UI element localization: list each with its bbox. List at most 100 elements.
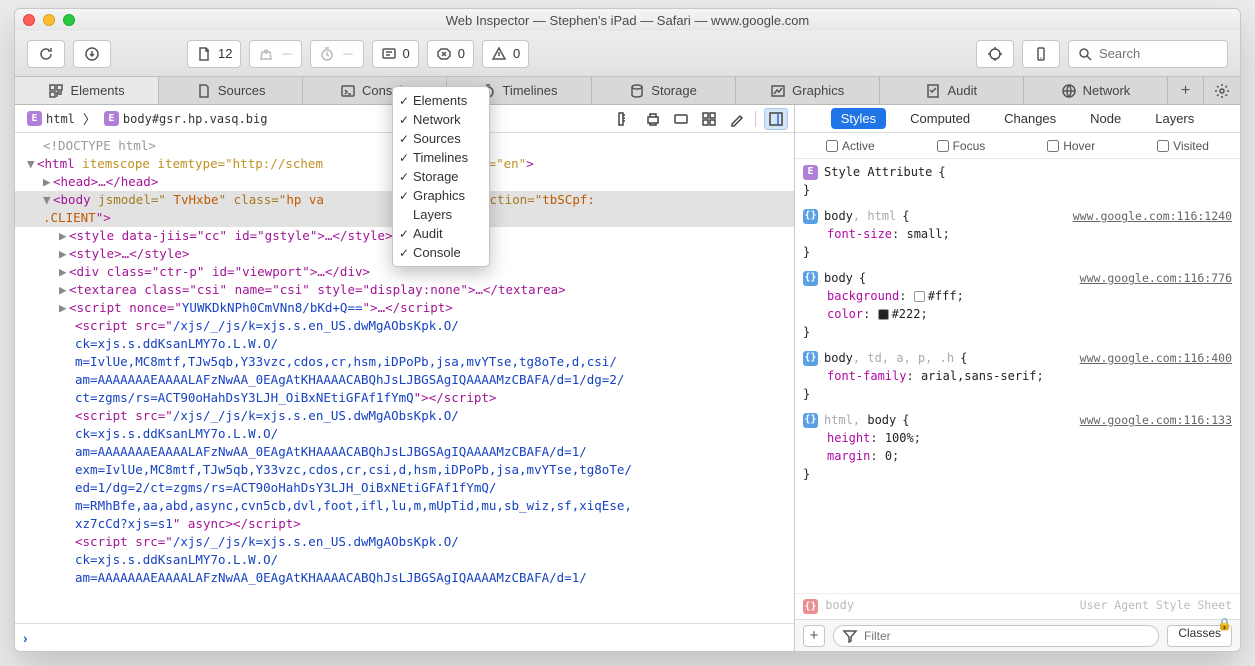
- dom-node-script[interactable]: <script src="/xjs/_/js/k=xjs.s.en_US.dwM…: [15, 317, 794, 407]
- tab-elements[interactable]: Elements: [15, 77, 159, 104]
- dom-node-script[interactable]: <script src="/xjs/_/js/k=xjs.s.en_US.dwM…: [15, 407, 794, 533]
- menu-item-graphics[interactable]: ✓Graphics: [393, 186, 489, 205]
- gear-icon: [1214, 83, 1230, 99]
- doc-count-button[interactable]: 12: [187, 40, 241, 68]
- error-count: 0: [458, 46, 465, 61]
- breadcrumb-html[interactable]: E html: [21, 109, 81, 128]
- rule-source-link[interactable]: www.google.com:116:400: [1080, 349, 1232, 367]
- menu-item-storage[interactable]: ✓Storage: [393, 167, 489, 186]
- tab-audit[interactable]: Audit: [880, 77, 1024, 104]
- style-rule[interactable]: EStyle Attribute { }: [803, 163, 1232, 199]
- pseudo-active[interactable]: Active: [826, 139, 875, 153]
- rule-source-link[interactable]: www.google.com:116:1240: [1073, 207, 1232, 225]
- traffic-lights: [23, 14, 75, 26]
- force-appearance-button[interactable]: [669, 108, 693, 130]
- warn-count-button[interactable]: 0: [482, 40, 529, 68]
- log-count-button[interactable]: 0: [372, 40, 419, 68]
- crosshair-icon: [987, 46, 1003, 62]
- rule-source-link[interactable]: www.google.com:116:776: [1080, 269, 1232, 287]
- device-icon: [1033, 46, 1049, 62]
- tab-storage[interactable]: Storage: [592, 77, 736, 104]
- console-icon: [340, 83, 356, 99]
- pseudo-hover[interactable]: Hover: [1047, 139, 1095, 153]
- search-icon: [1077, 46, 1093, 62]
- menu-item-console[interactable]: ✓Console: [393, 243, 489, 262]
- css-badge: {}: [803, 599, 818, 614]
- inspector-window: Web Inspector — Stephen's iPad — Safari …: [14, 8, 1241, 652]
- download-icon: [84, 46, 100, 62]
- css-badge: {}: [803, 209, 818, 224]
- color-swatch[interactable]: [914, 291, 925, 302]
- style-rule[interactable]: www.google.com:116:776 {}body { backgrou…: [803, 269, 1232, 341]
- element-badge: E: [803, 165, 818, 180]
- sidebar-tabbar: Styles Computed Changes Node Layers: [795, 105, 1240, 133]
- sidebar-tab-changes[interactable]: Changes: [994, 108, 1066, 129]
- style-rule[interactable]: www.google.com:116:133 {}html, body { he…: [803, 411, 1232, 483]
- paint-flashing-button[interactable]: [725, 108, 749, 130]
- chevron-right-icon: 〉: [83, 109, 96, 128]
- sidebar-tab-computed[interactable]: Computed: [900, 108, 980, 129]
- dom-node-textarea[interactable]: ▶<textarea class="csi" name="csi" style=…: [15, 281, 794, 299]
- menu-item-audit[interactable]: ✓Audit: [393, 224, 489, 243]
- content-area: E html 〉 E body#gsr.hp.vasq.big <!DOCTYP: [15, 105, 1240, 651]
- sidebar-tab-node[interactable]: Node: [1080, 108, 1131, 129]
- console-prompt-icon: ›: [23, 630, 28, 646]
- doc-count: 12: [218, 46, 232, 61]
- menu-item-sources[interactable]: ✓Sources: [393, 129, 489, 148]
- reload-button[interactable]: [27, 40, 65, 68]
- main-toolbar: 12 － － 0 0 0: [15, 31, 1240, 77]
- audit-icon: [925, 83, 941, 99]
- styles-filter[interactable]: [833, 625, 1159, 647]
- reload-icon: [38, 46, 54, 62]
- maximize-window-button[interactable]: [63, 14, 75, 26]
- download-button[interactable]: [73, 40, 111, 68]
- log-count: 0: [403, 46, 410, 61]
- toolbar-search[interactable]: [1068, 40, 1228, 68]
- style-rule[interactable]: www.google.com:116:400 {}body, td, a, p,…: [803, 349, 1232, 403]
- breadcrumb-body[interactable]: E body#gsr.hp.vasq.big: [98, 109, 274, 128]
- show-details-sidebar-button[interactable]: [764, 108, 788, 130]
- device-button[interactable]: [1022, 40, 1060, 68]
- error-count-button[interactable]: 0: [427, 40, 474, 68]
- dom-doctype: <!DOCTYPE html>: [43, 138, 156, 153]
- compositing-button[interactable]: [697, 108, 721, 130]
- search-input[interactable]: [1099, 46, 1241, 61]
- menu-item-elements[interactable]: ✓Elements: [393, 91, 489, 110]
- settings-button[interactable]: [1204, 77, 1240, 104]
- sidebar-tab-layers[interactable]: Layers: [1145, 108, 1204, 129]
- menu-item-timelines[interactable]: ✓Timelines: [393, 148, 489, 167]
- tab-graphics[interactable]: Graphics: [736, 77, 880, 104]
- color-swatch[interactable]: [878, 309, 889, 320]
- tab-visibility-menu[interactable]: ✓Elements ✓Network ✓Sources ✓Timelines ✓…: [392, 86, 490, 267]
- minimize-window-button[interactable]: [43, 14, 55, 26]
- dom-node-script[interactable]: <script src="/xjs/_/js/k=xjs.s.en_US.dwM…: [15, 533, 794, 587]
- dom-node-script[interactable]: ▶<script nonce="YUWKDkNPh0CmVNn8/bKd+Q==…: [15, 299, 794, 317]
- styles-filter-input[interactable]: [864, 629, 1150, 643]
- layout-rulers-button[interactable]: [613, 108, 637, 130]
- console-drawer[interactable]: ›: [15, 623, 794, 651]
- rule-source-link[interactable]: www.google.com:116:133: [1080, 411, 1232, 429]
- warning-icon: [491, 46, 507, 62]
- menu-item-layers[interactable]: Layers: [393, 205, 489, 224]
- style-rule[interactable]: www.google.com:116:1240 {}body, html { f…: [803, 207, 1232, 261]
- lock-icon: 🔒: [1217, 617, 1232, 631]
- new-rule-button[interactable]: +: [803, 625, 825, 647]
- tab-network[interactable]: Network: [1024, 77, 1168, 104]
- print-styles-button[interactable]: [641, 108, 665, 130]
- pseudo-focus[interactable]: Focus: [937, 139, 986, 153]
- inspect-element-button[interactable]: [976, 40, 1014, 68]
- tab-sources[interactable]: Sources: [159, 77, 303, 104]
- time-button[interactable]: －: [310, 40, 363, 68]
- pseudo-visited[interactable]: Visited: [1157, 139, 1209, 153]
- new-tab-button[interactable]: +: [1168, 77, 1204, 104]
- filter-icon: [842, 628, 858, 644]
- pseudo-class-row: Active Focus Hover Visited: [795, 133, 1240, 159]
- sidebar-tab-styles[interactable]: Styles: [831, 108, 886, 129]
- menu-item-network[interactable]: ✓Network: [393, 110, 489, 129]
- style-rules[interactable]: EStyle Attribute { } www.google.com:116:…: [795, 159, 1240, 593]
- weight-button[interactable]: －: [249, 40, 302, 68]
- titlebar: Web Inspector — Stephen's iPad — Safari …: [15, 9, 1240, 31]
- document-icon: [196, 46, 212, 62]
- element-badge: E: [27, 111, 42, 126]
- close-window-button[interactable]: [23, 14, 35, 26]
